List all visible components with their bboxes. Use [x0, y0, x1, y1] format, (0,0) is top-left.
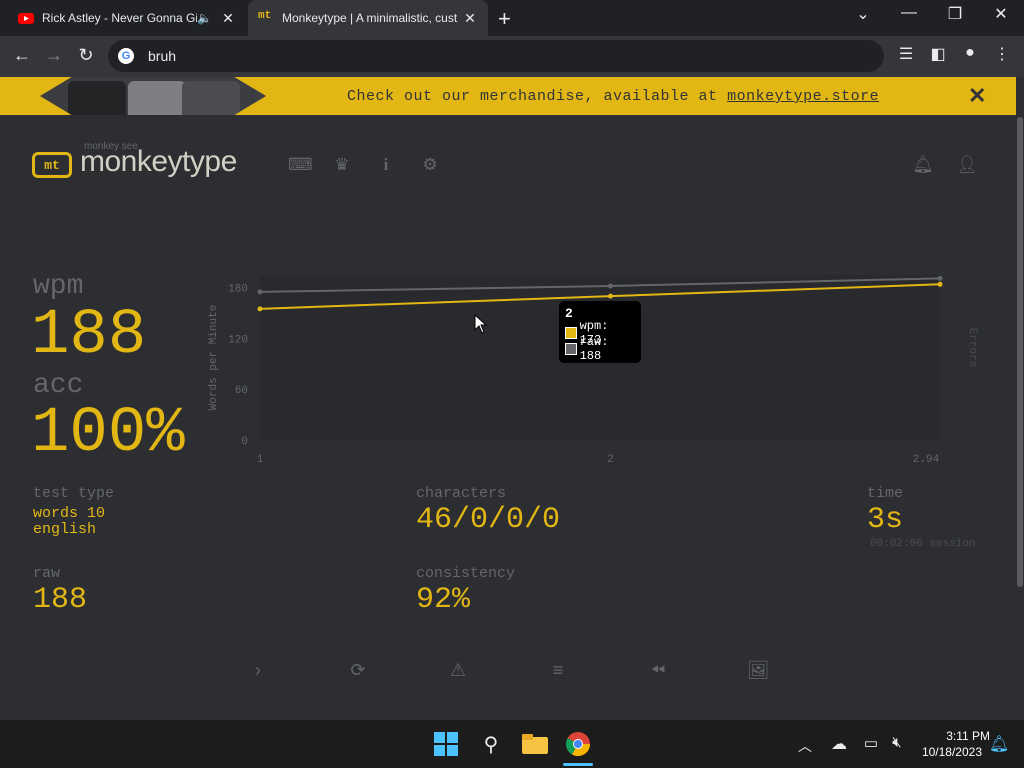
- logo-text[interactable]: monkeytype: [80, 145, 237, 179]
- network-icon[interactable]: ▭: [858, 734, 884, 752]
- mouse-cursor-icon: [474, 314, 488, 334]
- next-test-icon[interactable]: ›: [246, 660, 270, 681]
- forward-arrow-icon[interactable]: →: [42, 45, 66, 66]
- info-icon[interactable]: i: [375, 155, 397, 175]
- back-arrow-icon[interactable]: ←: [10, 45, 34, 66]
- x-tick-label: 1: [257, 454, 264, 466]
- test-type-mode: words 10: [33, 505, 106, 522]
- tab-search-icon[interactable]: ⌄: [840, 4, 886, 24]
- address-bar[interactable]: G bruh: [108, 40, 884, 72]
- tab-youtube[interactable]: Rick Astley - Never Gonna Gi 🔈 ✕: [8, 4, 246, 32]
- close-tab-icon[interactable]: ✕: [462, 10, 478, 27]
- media-control-icon[interactable]: ☰: [894, 44, 918, 64]
- bell-icon[interactable]: 🔔︎: [912, 155, 934, 175]
- warning-icon[interactable]: ⚠: [446, 660, 470, 681]
- profile-icon[interactable]: ●: [958, 44, 982, 62]
- restart-icon[interactable]: ⟳: [346, 660, 370, 681]
- windows-start-icon[interactable]: [434, 732, 458, 756]
- y-tick-label: 180: [228, 284, 248, 296]
- close-window-button[interactable]: ✕: [978, 4, 1024, 24]
- wpm-chart: 0 60 120 180 1 2 2.94 Words per Minute Errors: [208, 275, 978, 466]
- x-tick-label: 2: [607, 454, 614, 466]
- onedrive-icon[interactable]: ☁: [826, 734, 852, 754]
- close-banner-icon[interactable]: ✕: [968, 83, 986, 109]
- y-tick-label: 0: [241, 436, 248, 448]
- merch-store-link[interactable]: monkeytype.store: [727, 88, 879, 105]
- scrollbar-thumb[interactable]: [1017, 117, 1023, 587]
- consistency-value: 92%: [416, 583, 471, 617]
- replay-icon[interactable]: ⏪︎: [646, 660, 670, 681]
- chart-tooltip: 2 wpm: 173 raw: 188: [559, 301, 641, 363]
- restore-button[interactable]: ❐: [932, 4, 978, 24]
- banner-text: Check out our merchandise, available at …: [347, 88, 880, 105]
- chevron-up-icon[interactable]: ︿: [792, 736, 818, 756]
- minimize-button[interactable]: —: [886, 4, 932, 22]
- close-tab-icon[interactable]: ✕: [220, 10, 236, 27]
- raw-swatch: [565, 343, 577, 355]
- taskbar-time[interactable]: 3:11 PM: [930, 729, 990, 743]
- time-value: 3s: [867, 503, 904, 537]
- menu-dots-icon[interactable]: ⋮: [990, 44, 1014, 64]
- monkeytype-favicon: mt: [258, 10, 272, 22]
- keyboard-icon[interactable]: ⌨: [288, 155, 313, 175]
- search-icon[interactable]: ⚲: [478, 732, 504, 757]
- tab-title: Monkeytype | A minimalistic, cust: [282, 11, 458, 25]
- wpm-label: wpm: [33, 271, 84, 302]
- y-axis-label: Words per Minute: [208, 305, 220, 411]
- wpm-swatch: [565, 327, 577, 339]
- notification-bell-icon[interactable]: 🔔︎: [986, 734, 1012, 754]
- time-label: time: [867, 485, 904, 502]
- reload-icon[interactable]: ↻: [74, 45, 98, 66]
- merch-image: [40, 77, 266, 115]
- chrome-icon[interactable]: [566, 732, 590, 756]
- tab-title: Rick Astley - Never Gonna Gi: [42, 11, 198, 25]
- speaker-muted-icon[interactable]: 🔇︎: [884, 734, 910, 751]
- wpm-point: [257, 306, 263, 312]
- characters-label: characters: [416, 485, 507, 502]
- taskbar-date[interactable]: 10/18/2023: [910, 745, 982, 759]
- address-text: bruh: [148, 48, 177, 64]
- new-tab-button[interactable]: +: [498, 6, 511, 32]
- active-app-indicator: [563, 763, 593, 766]
- raw-value: 188: [33, 583, 88, 617]
- raw-point: [608, 283, 614, 289]
- test-type-label: test type: [33, 485, 115, 502]
- user-icon[interactable]: 👤︎: [956, 155, 978, 175]
- screenshot-icon[interactable]: 🖼︎: [746, 660, 770, 681]
- file-explorer-icon[interactable]: [522, 734, 548, 754]
- wpm-point: [937, 281, 943, 287]
- google-icon: G: [118, 48, 134, 64]
- speaker-icon[interactable]: 🔈: [197, 11, 212, 25]
- wpm-value: 188: [31, 300, 147, 372]
- wpm-point: [608, 293, 614, 299]
- characters-value: 46/0/0/0: [416, 503, 561, 537]
- gear-icon[interactable]: ⚙: [419, 155, 441, 175]
- acc-label: acc: [33, 370, 84, 401]
- y-tick-label: 60: [235, 385, 248, 397]
- raw-point: [257, 289, 263, 295]
- words-history-icon[interactable]: ≡: [546, 660, 570, 681]
- raw-label: raw: [33, 565, 61, 582]
- tab-monkeytype[interactable]: mt Monkeytype | A minimalistic, cust ✕: [248, 0, 488, 36]
- acc-value: 100%: [31, 398, 185, 470]
- page-scrollbar[interactable]: [1016, 77, 1024, 720]
- test-type-language: english: [33, 521, 97, 538]
- logo-icon[interactable]: mt: [32, 152, 72, 178]
- tooltip-raw: raw: 188: [579, 335, 609, 363]
- raw-point: [937, 275, 943, 281]
- youtube-icon: [18, 13, 34, 24]
- side-panel-icon[interactable]: ◧: [926, 44, 950, 64]
- merch-banner: Check out our merchandise, available at …: [0, 77, 1016, 115]
- y2-axis-label: Errors: [966, 328, 978, 368]
- y-tick-label: 120: [228, 334, 248, 346]
- session-time: 00:02:06 session: [870, 538, 976, 550]
- x-tick-label: 2.94: [913, 454, 940, 466]
- consistency-label: consistency: [416, 565, 516, 582]
- crown-icon[interactable]: ♛: [331, 155, 353, 175]
